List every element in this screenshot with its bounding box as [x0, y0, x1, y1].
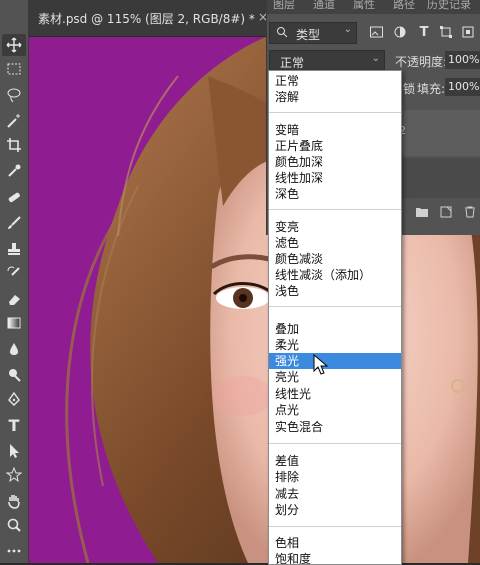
adjustment-filter-icon[interactable] — [391, 22, 409, 42]
drop-icon[interactable] — [2, 338, 26, 360]
blend-option-exclusion[interactable]: 排除 — [269, 469, 401, 485]
menu-divider — [269, 112, 401, 113]
panel-tabs: 图层 通道 属性 路径 历史记录 — [267, 0, 480, 14]
magic-wand-icon[interactable] — [2, 110, 26, 132]
blend-mode-value: 正常 — [280, 56, 305, 70]
ellipsis-icon[interactable] — [2, 540, 26, 562]
tools-panel: T — [0, 0, 29, 563]
blend-mode-select[interactable]: 正常 ⌄ — [269, 50, 385, 72]
lasso-icon[interactable] — [2, 84, 26, 106]
star-shape-icon[interactable] — [2, 464, 26, 486]
image-filter-icon[interactable] — [367, 22, 385, 42]
menu-divider — [269, 443, 401, 444]
tab-channels[interactable]: 通道 — [313, 0, 335, 12]
blend-option-darken[interactable]: 变暗 — [269, 122, 401, 138]
menu-divider — [269, 526, 401, 527]
blend-option-darker-color[interactable]: 深色 — [269, 186, 401, 202]
blend-option-linear-light[interactable]: 线性光 — [269, 386, 401, 402]
tab-properties[interactable]: 属性 — [353, 0, 375, 12]
blend-option-lighter-color[interactable]: 浅色 — [269, 283, 401, 299]
blend-option-hard-mix[interactable]: 实色混合 — [269, 419, 401, 435]
chevron-down-icon: ⌄ — [343, 24, 352, 35]
blend-option-soft-light[interactable]: 柔光 — [269, 337, 401, 353]
blend-option-divide[interactable]: 划分 — [269, 502, 401, 518]
blend-row: 正常 ⌄ 不透明度: 100% — [267, 48, 480, 72]
blend-option-difference[interactable]: 差值 — [269, 453, 401, 469]
shape-filter-icon[interactable] — [437, 22, 455, 42]
eraser-icon[interactable] — [2, 288, 26, 310]
arrow-icon[interactable] — [2, 440, 26, 462]
document-tab-title: 素材.psd @ 115% (图层 2, RGB/8#) * — [38, 12, 255, 26]
crop-icon[interactable] — [2, 134, 26, 156]
brush-icon[interactable] — [2, 212, 26, 234]
type-icon[interactable]: T — [2, 414, 26, 436]
move-icon[interactable] — [2, 34, 26, 56]
dodge-icon[interactable] — [2, 364, 26, 386]
blend-option-normal[interactable]: 正常 — [269, 73, 401, 89]
opacity-field[interactable]: 100% — [445, 51, 480, 69]
tab-paths[interactable]: 路径 — [393, 0, 415, 12]
mouse-cursor-icon — [313, 354, 329, 375]
blend-option-color-burn[interactable]: 颜色加深 — [269, 154, 401, 170]
menu-divider — [269, 306, 401, 307]
tab-layers[interactable]: 图层 — [273, 0, 295, 12]
history-brush-icon[interactable] — [2, 262, 26, 284]
folder-icon[interactable] — [413, 203, 431, 221]
blend-option-vivid-light[interactable]: 亮光 — [269, 369, 401, 385]
trash-icon[interactable] — [461, 203, 479, 221]
blend-mode-menu: 正常 溶解 变暗 正片叠底 颜色加深 线性加深 深色 变亮 滤色 颜色减淡 线性… — [268, 70, 402, 565]
opacity-label: 不透明度: — [395, 55, 448, 69]
layer-filter-select[interactable]: 类型 ⌄ — [269, 22, 357, 44]
document-tab[interactable]: 素材.psd @ 115% (图层 2, RGB/8#) * × — [28, 0, 268, 37]
hand-icon[interactable] — [2, 490, 26, 512]
blend-option-linear-burn[interactable]: 线性加深 — [269, 170, 401, 186]
blend-option-screen[interactable]: 滤色 — [269, 235, 401, 251]
blend-option-subtract[interactable]: 减去 — [269, 486, 401, 502]
blend-option-color-dodge[interactable]: 颜色减淡 — [269, 251, 401, 267]
type-filter-icon[interactable]: T — [415, 22, 433, 42]
smart-object-filter-icon[interactable] — [459, 22, 477, 42]
blend-option-hue[interactable]: 色相 — [269, 535, 401, 551]
pen-icon[interactable] — [2, 388, 26, 410]
gradient-icon[interactable] — [2, 312, 26, 334]
blend-option-multiply[interactable]: 正片叠底 — [269, 138, 401, 154]
search-icon — [276, 26, 288, 41]
blend-option-pin-light[interactable]: 点光 — [269, 402, 401, 418]
lock-label: 锁 — [403, 82, 416, 96]
blend-option-linear-dodge[interactable]: 线性减淡（添加） — [269, 267, 401, 283]
tab-history[interactable]: 历史记录 — [427, 0, 471, 12]
eyedropper-icon[interactable] — [2, 160, 26, 182]
chevron-down-icon: ⌄ — [371, 53, 380, 64]
layer-row[interactable] — [397, 158, 480, 198]
new-layer-icon[interactable] — [437, 203, 455, 221]
rect-marquee-icon[interactable] — [2, 58, 26, 80]
blend-option-dissolve[interactable]: 溶解 — [269, 89, 401, 105]
blend-option-hard-light[interactable]: 强光 — [269, 353, 401, 369]
bandage-icon[interactable] — [2, 186, 26, 208]
fill-label: 填充: — [417, 82, 446, 96]
layer-row[interactable]: 2 — [397, 110, 480, 156]
menu-divider — [269, 209, 401, 210]
zoom-icon[interactable] — [2, 514, 26, 536]
stamp-icon[interactable] — [2, 238, 26, 260]
fill-field[interactable]: 100% — [445, 78, 480, 96]
blend-option-lighten[interactable]: 变亮 — [269, 219, 401, 235]
filter-kind-label: 类型 — [296, 28, 321, 42]
layer-filter-row: 类型 ⌄ T — [267, 20, 480, 46]
blend-option-overlay[interactable]: 叠加 — [269, 321, 401, 337]
